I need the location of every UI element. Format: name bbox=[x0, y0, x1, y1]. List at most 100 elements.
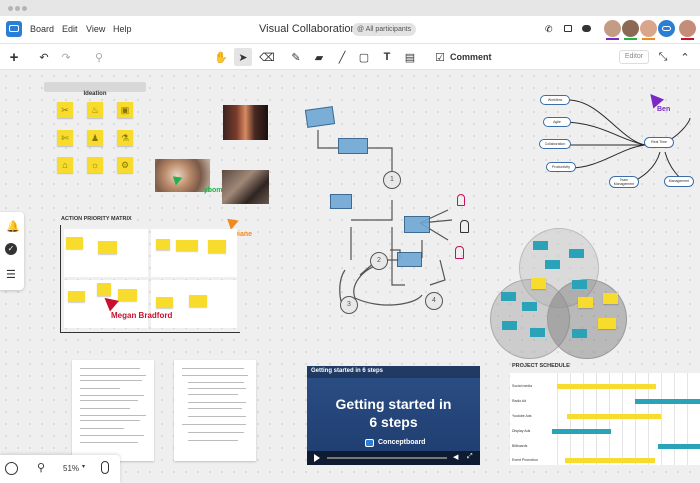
venn-note[interactable] bbox=[501, 292, 516, 301]
sticky-note[interactable]: ⚙ bbox=[117, 157, 133, 173]
menu-edit[interactable]: Edit bbox=[62, 24, 78, 34]
sticky-note[interactable] bbox=[156, 297, 173, 308]
sticky-note[interactable]: ♨ bbox=[87, 102, 103, 118]
document-page[interactable] bbox=[72, 360, 154, 461]
flowchart-box[interactable] bbox=[404, 216, 430, 233]
flowchart-step-circle[interactable]: 2 bbox=[370, 252, 388, 270]
venn-note[interactable] bbox=[572, 329, 587, 338]
video-player[interactable]: Getting started in 6 steps Getting start… bbox=[307, 366, 480, 465]
sticky-note[interactable] bbox=[68, 291, 85, 302]
play-icon[interactable] bbox=[314, 454, 320, 462]
format-painter-icon[interactable]: ⚲ bbox=[90, 48, 108, 66]
gantt-bar[interactable] bbox=[658, 444, 700, 449]
navigator-compass-icon[interactable] bbox=[5, 462, 18, 475]
photo-city-street[interactable] bbox=[223, 105, 268, 140]
app-logo-icon[interactable] bbox=[6, 21, 22, 37]
avatar[interactable] bbox=[679, 20, 696, 40]
tasks-check-icon[interactable]: ✓ bbox=[5, 243, 17, 255]
venn-note[interactable] bbox=[522, 302, 537, 311]
sticky-note[interactable] bbox=[598, 318, 616, 329]
document-page[interactable] bbox=[174, 360, 256, 461]
sticky-note-tool-icon[interactable]: ▤ bbox=[401, 48, 419, 66]
flowchart-box[interactable] bbox=[338, 138, 368, 154]
board-canvas[interactable]: Ideation ✂ ♨ ▣ ✄ ♟ ⚗ ⌂ ☼ ⚙ ...ybom Diane… bbox=[0, 70, 700, 483]
highlighter-tool-icon[interactable]: ▰ bbox=[310, 48, 328, 66]
mindmap-node-agile[interactable]: Agile bbox=[543, 117, 571, 127]
chat-icon[interactable] bbox=[582, 25, 591, 32]
sticky-note[interactable] bbox=[531, 278, 546, 289]
sticky-note[interactable]: ▣ bbox=[117, 102, 133, 118]
mindmap-node-productivity[interactable]: Productivity bbox=[546, 162, 576, 172]
avatar[interactable] bbox=[604, 20, 621, 40]
gantt-chart[interactable]: Social media Radio Ad Youtube Ads Displa… bbox=[510, 373, 700, 465]
undo-icon[interactable]: ↶ bbox=[35, 48, 53, 66]
comment-icon[interactable]: ☑ bbox=[431, 48, 449, 66]
fullscreen-icon[interactable]: ⤢ bbox=[467, 453, 473, 461]
venn-note[interactable] bbox=[502, 321, 517, 330]
sticky-note[interactable] bbox=[603, 293, 618, 304]
mindmap-node-team-management[interactable]: Team Management bbox=[609, 176, 639, 188]
sticky-note[interactable] bbox=[66, 237, 83, 249]
zoom-icon[interactable]: ⚲ bbox=[37, 461, 45, 474]
participants-chip[interactable]: @ All participants bbox=[352, 23, 417, 36]
mindmap-node-workflow[interactable]: Workflow bbox=[540, 95, 570, 105]
list-icon[interactable]: ☰ bbox=[6, 268, 16, 281]
venn-note[interactable] bbox=[569, 249, 584, 258]
sticky-note[interactable]: ⌂ bbox=[57, 157, 73, 173]
line-tool-icon[interactable]: ╱ bbox=[333, 48, 351, 66]
flowchart-step-circle[interactable]: 1 bbox=[383, 171, 401, 189]
sticky-note[interactable]: ☼ bbox=[87, 157, 103, 173]
volume-icon[interactable]: ◀ bbox=[453, 453, 458, 461]
sticky-note[interactable]: ⚗ bbox=[117, 130, 133, 146]
avatar[interactable] bbox=[640, 20, 657, 40]
sticky-note[interactable] bbox=[578, 297, 593, 308]
sticky-note[interactable] bbox=[98, 241, 117, 254]
select-tool-icon[interactable]: ➤ bbox=[234, 48, 252, 66]
venn-note[interactable] bbox=[572, 280, 587, 289]
avatar[interactable] bbox=[622, 20, 639, 40]
menu-help[interactable]: Help bbox=[113, 24, 132, 34]
flowchart-drawing[interactable] bbox=[300, 100, 485, 320]
menu-board[interactable]: Board bbox=[30, 24, 54, 34]
mindmap-node-collaboration[interactable]: Collaboration bbox=[539, 139, 571, 149]
hand-tool-icon[interactable]: ✋ bbox=[212, 48, 230, 66]
venn-note[interactable] bbox=[530, 328, 545, 337]
venn-note[interactable] bbox=[533, 241, 548, 250]
sticky-note[interactable] bbox=[156, 239, 170, 250]
flowchart-step-circle[interactable]: 3 bbox=[340, 296, 358, 314]
gantt-bar[interactable] bbox=[565, 458, 655, 463]
menu-view[interactable]: View bbox=[86, 24, 105, 34]
board-title[interactable]: Visual Collaboration bbox=[259, 23, 357, 35]
comment-button[interactable]: Comment bbox=[450, 52, 492, 62]
gantt-bar[interactable] bbox=[557, 384, 656, 389]
notification-bell-icon[interactable]: 🔔 bbox=[6, 220, 20, 233]
flowchart-box[interactable] bbox=[397, 252, 422, 267]
text-tool-icon[interactable]: T bbox=[378, 48, 396, 66]
shape-tool-icon[interactable]: ▢ bbox=[355, 48, 373, 66]
sticky-note[interactable]: ✂ bbox=[57, 102, 73, 118]
redo-icon[interactable]: ↷ bbox=[57, 48, 75, 66]
flowchart-step-circle[interactable]: 4 bbox=[425, 292, 443, 310]
gantt-bar[interactable] bbox=[635, 399, 700, 404]
collapse-toolbar-icon[interactable]: ⌃ bbox=[676, 48, 694, 66]
add-icon[interactable]: + bbox=[5, 48, 23, 66]
sticky-note[interactable] bbox=[118, 289, 137, 301]
phone-icon[interactable]: ✆ bbox=[545, 24, 553, 35]
flowchart-box[interactable] bbox=[304, 106, 336, 128]
sticky-note[interactable] bbox=[189, 295, 207, 307]
eraser-tool-icon[interactable]: ⌫ bbox=[258, 48, 276, 66]
zoom-dropdown-icon[interactable]: ▾ bbox=[82, 463, 85, 470]
editor-mode-pill[interactable]: Editor bbox=[619, 50, 649, 64]
share-link-icon[interactable] bbox=[658, 20, 675, 37]
sticky-note[interactable]: ♟ bbox=[87, 130, 103, 146]
mindmap-center-node[interactable]: Real Time bbox=[644, 137, 674, 148]
pen-tool-icon[interactable]: ✎ bbox=[287, 48, 305, 66]
mindmap-node-management[interactable]: Management bbox=[664, 176, 694, 187]
sticky-note[interactable]: ✄ bbox=[57, 130, 73, 146]
flowchart-box[interactable] bbox=[330, 194, 352, 209]
gantt-bar[interactable] bbox=[567, 414, 661, 419]
venn-note[interactable] bbox=[545, 260, 560, 269]
video-progress-track[interactable] bbox=[327, 457, 447, 459]
sticky-note[interactable] bbox=[176, 240, 198, 251]
sticky-note[interactable] bbox=[208, 240, 226, 253]
